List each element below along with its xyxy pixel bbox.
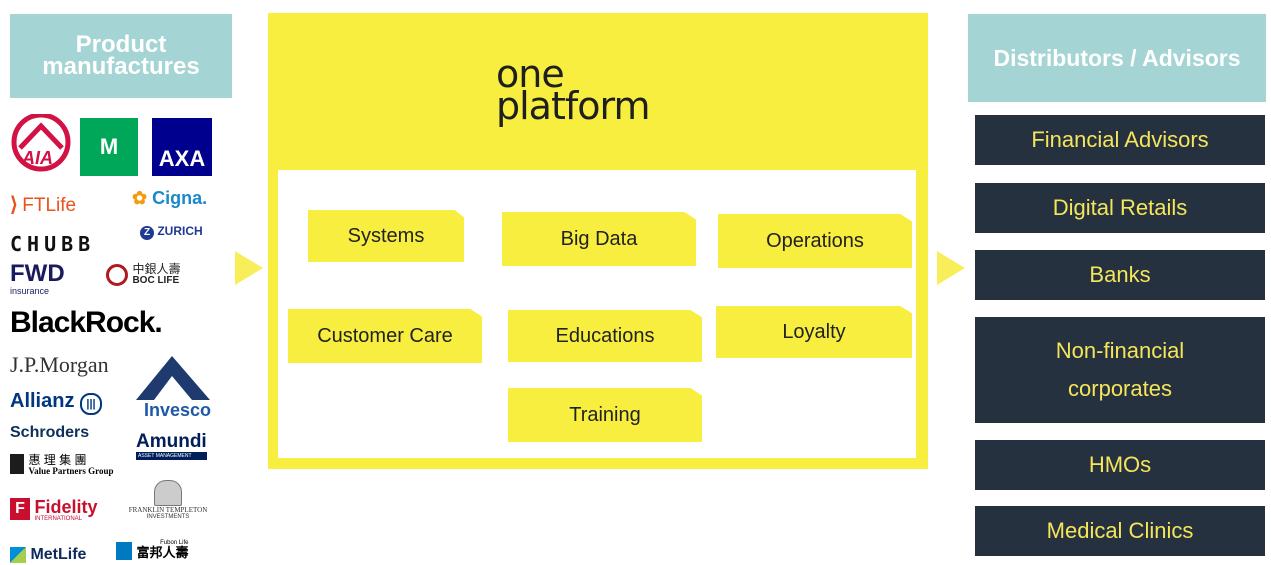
module-big-data: Big Data — [502, 212, 696, 266]
amundi-logo: Amundi ASSET MANAGEMENT — [136, 432, 207, 460]
metlife-icon — [10, 547, 26, 563]
brand-line-2: platform — [496, 84, 650, 128]
metlife-logo: MetLife — [10, 546, 86, 564]
fidelity-text: Fidelity — [34, 497, 98, 517]
module-educations: Educations — [508, 310, 702, 362]
product-manufactures-header: Product manufactures — [10, 14, 232, 98]
invesco-mountain-icon — [136, 356, 210, 400]
distributor-financial-advisors: Financial Advisors — [975, 115, 1265, 165]
franklin-templeton-logo: FRANKLIN TEMPLETON INVESTMENTS — [120, 480, 216, 520]
arrow-right-icon — [235, 251, 263, 285]
aia-logo: AIA — [10, 114, 72, 174]
fubon-logo: Fubon Life 富邦人壽 — [116, 540, 188, 560]
fwd-text: FWD — [10, 260, 65, 287]
franklin-bust-icon — [154, 480, 182, 506]
cigna-text: Cigna. — [152, 188, 208, 208]
metlife-text: MetLife — [30, 546, 87, 563]
boc-english-text: BOC LIFE — [132, 275, 180, 286]
distributor-medical-clinics: Medical Clinics — [975, 506, 1265, 556]
fwd-logo: FWD insurance — [10, 260, 65, 297]
module-loyalty: Loyalty — [716, 306, 912, 358]
fidelity-icon: F — [10, 498, 30, 520]
zurich-icon: Z — [140, 226, 154, 240]
jpmorgan-logo: J.P.Morgan — [10, 352, 109, 377]
fubon-icon — [116, 542, 132, 560]
boc-icon — [106, 264, 128, 286]
franklin-subtext: INVESTMENTS — [146, 514, 190, 520]
fidelity-logo: F Fidelity INTERNATIONAL — [10, 498, 97, 522]
manufacturer-logos: AIA M AXA ⟩ FTLife ✿ Cigna. CHUBB Z ZURI… — [8, 114, 232, 565]
value-partners-logo: 惠 理 集 團 Value Partners Group — [10, 454, 113, 476]
ftlife-logo: ⟩ FTLife — [10, 192, 76, 217]
value-partners-english: Value Partners Group — [28, 466, 114, 476]
allianz-text: Allianz — [10, 390, 75, 412]
aia-text: AIA — [22, 148, 53, 168]
ftlife-mark-icon: ⟩ — [10, 194, 18, 216]
allianz-logo: Allianz ||| — [10, 390, 103, 415]
chubb-logo: CHUBB — [10, 232, 96, 256]
allianz-emblem-icon: ||| — [80, 393, 103, 415]
header-line-2: manufactures — [42, 53, 200, 80]
amundi-text: Amundi — [136, 431, 207, 452]
amundi-subtext: ASSET MANAGEMENT — [136, 452, 207, 460]
cigna-tree-icon: ✿ — [132, 188, 148, 208]
distributors-advisors-header: Distributors / Advisors — [968, 14, 1266, 102]
zurich-text: ZURICH — [157, 224, 203, 238]
module-systems: Systems — [308, 210, 464, 262]
schroders-logo: Schroders — [10, 424, 90, 441]
axa-text: AXA — [158, 146, 206, 171]
franklin-text: FRANKLIN TEMPLETON — [128, 506, 208, 514]
zurich-logo: Z ZURICH — [140, 224, 203, 240]
value-partners-icon — [10, 454, 24, 474]
invesco-text: Invesco — [144, 400, 212, 420]
fwd-subtext: insurance — [10, 286, 50, 296]
module-customer-care: Customer Care — [288, 309, 482, 363]
axa-logo: AXA — [152, 118, 212, 176]
value-partners-chinese: 惠 理 集 團 — [28, 453, 87, 467]
fubon-chinese: 富邦人壽 — [136, 545, 189, 560]
blackrock-logo: BlackRock. — [10, 306, 163, 339]
cigna-logo: ✿ Cigna. — [132, 188, 207, 209]
ftlife-text: FTLife — [22, 195, 77, 216]
boc-life-logo: 中銀人壽 BOC LIFE — [106, 262, 181, 286]
module-training: Training — [508, 388, 702, 442]
distributor-non-financial-corporates: Non-financial corporates — [975, 317, 1265, 423]
arrow-right-icon-2 — [937, 251, 965, 285]
distributor-digital-retails: Digital Retails — [975, 183, 1265, 233]
module-operations: Operations — [718, 214, 912, 268]
distributor-hmos: HMOs — [975, 440, 1265, 490]
distributor-banks: Banks — [975, 250, 1265, 300]
manulife-logo: M — [80, 118, 138, 176]
boc-chinese-text: 中銀人壽 — [132, 262, 181, 276]
one-platform-brand: one platform — [496, 55, 650, 128]
manulife-text: M — [99, 134, 119, 159]
invesco-logo: Invesco — [132, 354, 214, 424]
